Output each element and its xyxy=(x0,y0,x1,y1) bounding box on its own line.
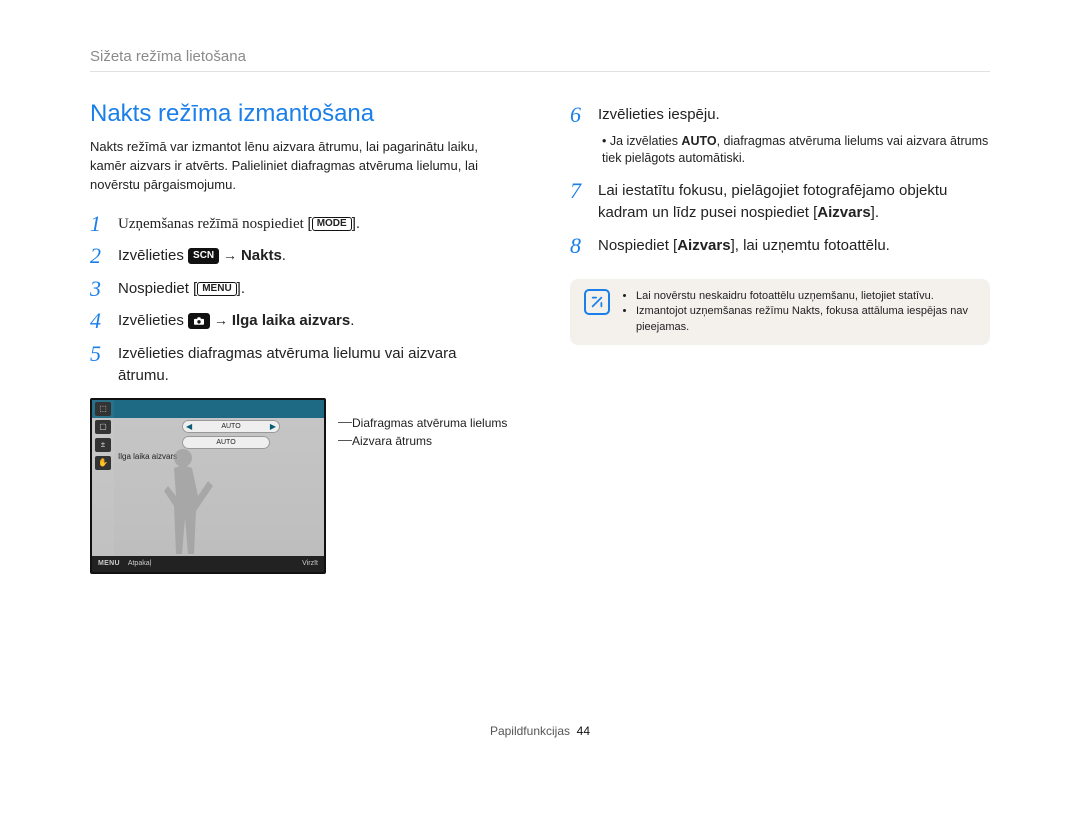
step-3: 3 Nospiediet [MENU]. xyxy=(90,278,510,301)
lcd-menu-label: MENU xyxy=(98,560,120,567)
page-footer: Papildfunkcijas 44 xyxy=(90,724,990,738)
page-title: Nakts režīma izmantošana xyxy=(90,100,510,128)
menu-button-icon: MENU xyxy=(197,282,236,296)
step-1: 1 Uzņemšanas režīmā nospiediet [MODE]. xyxy=(90,213,510,236)
step-number: 6 xyxy=(570,104,598,168)
note-item: Lai novērstu neskaidru fotoattēlu uzņemš… xyxy=(636,289,976,304)
divider xyxy=(90,71,990,72)
camera-icon xyxy=(188,313,210,329)
step-number: 7 xyxy=(570,180,598,225)
intro-text: Nakts režīmā var izmantot lēnu aizvara ā… xyxy=(90,138,510,195)
left-column: Nakts režīma izmantošana Nakts režīmā va… xyxy=(90,100,510,574)
step-number: 5 xyxy=(90,343,118,388)
lcd-move-label: Virzīt xyxy=(302,560,318,567)
step-number: 1 xyxy=(90,213,118,236)
lcd-side-icon: ⬚ xyxy=(95,402,111,416)
step-2: 2 Izvēlieties SCN → Nakts. xyxy=(90,245,510,268)
chevron-left-icon: ◀ xyxy=(186,422,192,431)
callout-shutter: Aizvara ātrums xyxy=(352,434,432,448)
steps-left: 1 Uzņemšanas režīmā nospiediet [MODE]. 2… xyxy=(90,213,510,388)
step-8: 8 Nospiediet [Aizvars], lai uzņemtu foto… xyxy=(570,235,990,258)
lcd-aperture-pill: ◀ AUTO ▶ xyxy=(182,420,280,433)
callout-aperture: Diafragmas atvēruma lielums xyxy=(352,416,507,430)
step-number: 4 xyxy=(90,310,118,333)
mode-button-icon: MODE xyxy=(312,217,352,231)
note-icon xyxy=(584,289,610,315)
scn-icon: SCN xyxy=(188,248,219,264)
step-number: 2 xyxy=(90,245,118,268)
camera-lcd-mockup: LT ⬚ ▢ ± ✋ ◀ AUTO ▶ AUTO Ilg xyxy=(90,398,326,574)
lcd-side-icon: ✋ xyxy=(95,456,111,470)
note-item: Izmantojot uzņemšanas režīmu Nakts, foku… xyxy=(636,304,976,335)
lcd-silhouette xyxy=(158,446,218,556)
breadcrumb: Sižeta režīma lietošana xyxy=(90,48,990,65)
right-column: 6 Izvēlieties iespēju. Ja izvēlaties AUT… xyxy=(570,100,990,574)
steps-right: 6 Izvēlieties iespēju. Ja izvēlaties AUT… xyxy=(570,104,990,257)
step-number: 3 xyxy=(90,278,118,301)
step-number: 8 xyxy=(570,235,598,258)
step-7: 7 Lai iestatītu fokusu, pielāgojiet foto… xyxy=(570,180,990,225)
step-4: 4 Izvēlieties → Ilga laika aizvars. xyxy=(90,310,510,333)
lcd-side-icon: ± xyxy=(95,438,111,452)
note-box: Lai novērstu neskaidru fotoattēlu uzņemš… xyxy=(570,279,990,345)
step-5: 5 Izvēlieties diafragmas atvēruma lielum… xyxy=(90,343,510,388)
lcd-back-label: Atpakaļ xyxy=(128,560,151,567)
lcd-side-icon: ▢ xyxy=(95,420,111,434)
step-6: 6 Izvēlieties iespēju. Ja izvēlaties AUT… xyxy=(570,104,990,168)
chevron-right-icon: ▶ xyxy=(270,422,276,431)
